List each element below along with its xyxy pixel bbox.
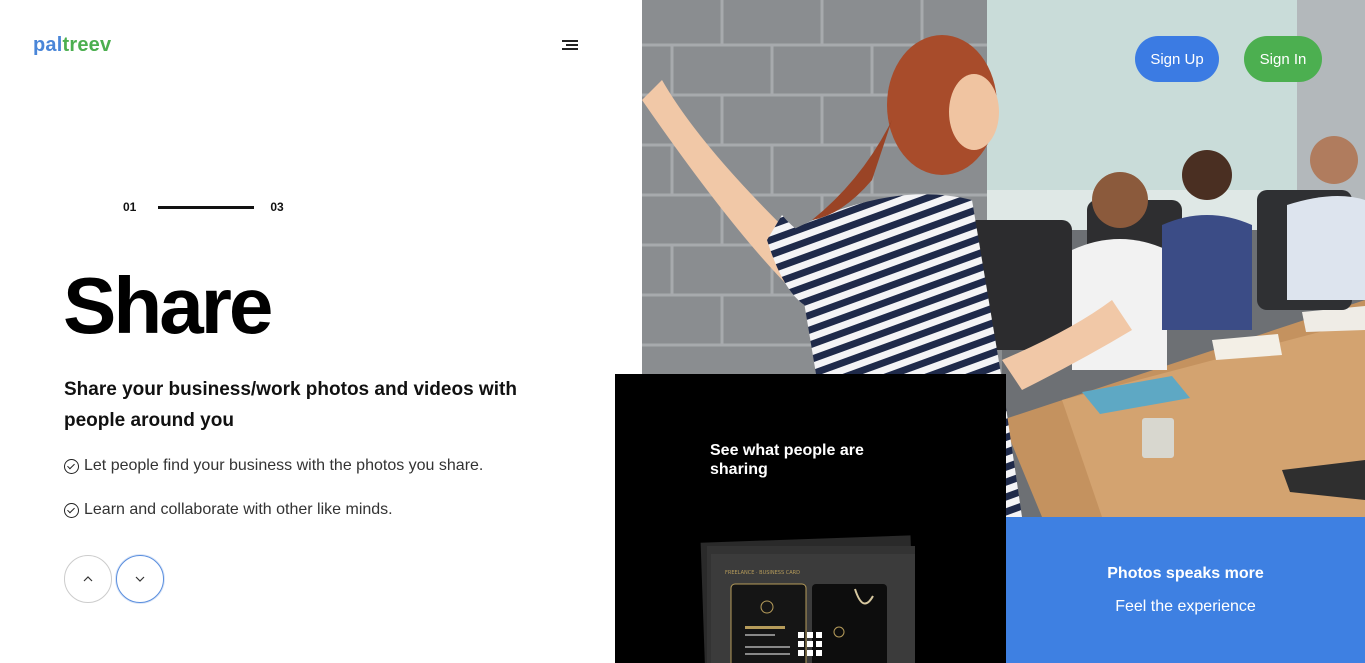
feature-bullet-text: Learn and collaborate with other like mi… xyxy=(84,501,393,518)
slide-progress-line xyxy=(158,205,255,209)
hamburger-menu-icon[interactable] xyxy=(562,39,578,51)
feature-bullet: Learn and collaborate with other like mi… xyxy=(64,501,393,519)
photos-card: Photos speaks more Feel the experience xyxy=(1006,517,1365,663)
slide-total: 03 xyxy=(270,200,284,214)
check-circle-icon xyxy=(64,458,79,474)
previous-slide-button[interactable] xyxy=(64,555,112,603)
sharing-card[interactable]: FREELANCE · BUSINESS CARD See what peopl… xyxy=(615,374,1006,663)
brand-logo[interactable]: paltreev xyxy=(33,34,111,57)
brand-logo-part1: pal xyxy=(33,34,63,56)
check-circle-icon xyxy=(64,502,79,518)
hero-subtitle: Share your business/work photos and vide… xyxy=(64,379,517,431)
photos-card-subtitle: Feel the experience xyxy=(1115,598,1256,615)
hero-title: Share xyxy=(63,261,273,350)
business-card-mockup: FREELANCE · BUSINESS CARD xyxy=(700,535,916,663)
sharing-card-title: See what people are sharing xyxy=(710,442,864,478)
photos-card-title: Photos speaks more xyxy=(1107,565,1264,582)
slide-current: 01 xyxy=(123,200,137,214)
next-slide-button[interactable] xyxy=(116,555,164,603)
chevron-down-icon xyxy=(135,576,145,582)
chevron-up-icon xyxy=(83,576,93,582)
left-panel: paltreev 01 03 Share Share your business… xyxy=(0,0,642,663)
feature-bullet: Let people find your business with the p… xyxy=(64,457,483,475)
sign-up-button[interactable]: Sign Up xyxy=(1135,36,1219,82)
svg-text:FREELANCE · BUSINESS CARD: FREELANCE · BUSINESS CARD xyxy=(725,570,800,576)
feature-bullet-text: Let people find your business with the p… xyxy=(84,457,484,474)
sign-in-button[interactable]: Sign In xyxy=(1244,36,1322,82)
grid-icon[interactable] xyxy=(798,632,822,656)
brand-logo-part2: treev xyxy=(62,34,112,56)
slide-pager: 01 03 xyxy=(123,200,284,214)
